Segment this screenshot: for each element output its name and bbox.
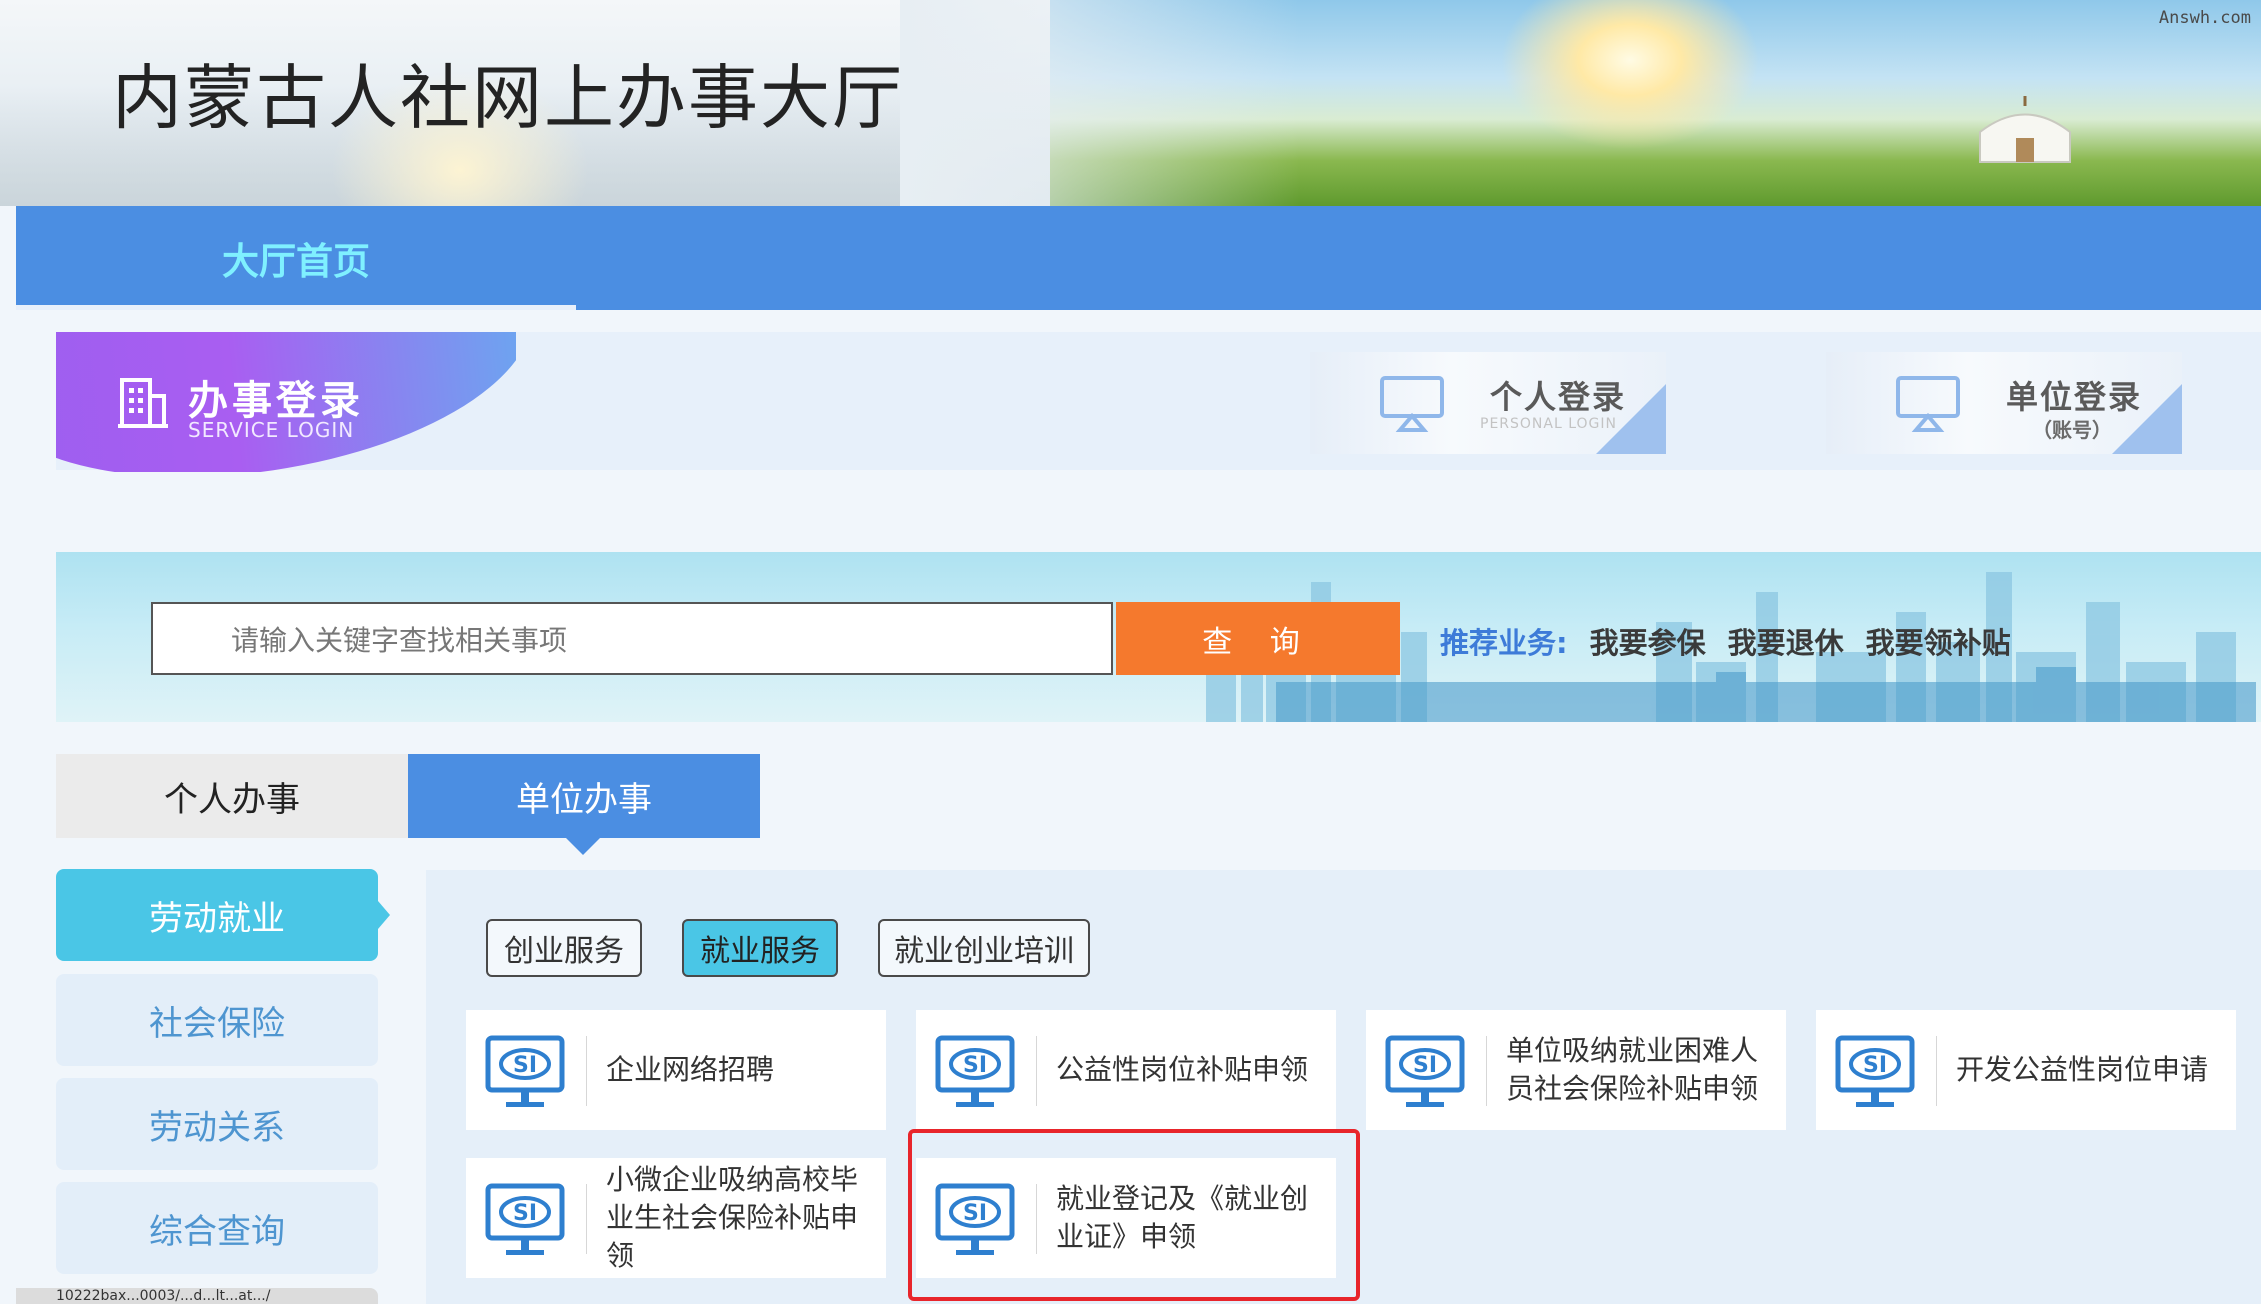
main-nav: 大厅首页 — [16, 206, 2261, 310]
service-card[interactable]: SI 小微企业吸纳高校毕业生社会保险补贴申领 — [466, 1158, 886, 1278]
monitor-icon — [1896, 376, 1960, 432]
service-login-badge: 办事登录 SERVICE LOGIN — [56, 332, 516, 472]
tab-unit-affairs[interactable]: 单位办事 — [408, 754, 760, 838]
status-bar-url: 10222bax...0003/...d...lt...at.../ — [16, 1288, 378, 1304]
monitor-icon — [1380, 376, 1444, 432]
personal-login-button[interactable]: 个人登录 PERSONAL LOGIN — [1310, 352, 1666, 454]
unit-login-sub: （账号） — [2032, 418, 2112, 442]
category-employment[interactable]: 就业服务 — [682, 919, 838, 977]
side-item-general-query[interactable]: 综合查询 — [56, 1182, 378, 1274]
social-security-monitor-icon: SI — [935, 1035, 1015, 1107]
svg-text:SI: SI — [963, 1053, 987, 1078]
search-button[interactable]: 查 询 — [1116, 602, 1400, 675]
service-card[interactable]: SI 开发公益性岗位申请 — [1816, 1010, 2236, 1130]
side-item-labor-employment[interactable]: 劳动就业 — [56, 869, 390, 961]
category-training[interactable]: 就业创业培训 — [878, 919, 1090, 977]
search-input[interactable]: 请输入关键字查找相关事项 — [151, 602, 1113, 675]
category-entrepreneurship[interactable]: 创业服务 — [486, 919, 642, 977]
service-label: 企业网络招聘 — [606, 1053, 775, 1086]
unit-login-button[interactable]: 单位登录 （账号） — [1826, 352, 2182, 454]
svg-text:SI: SI — [513, 1201, 537, 1226]
social-security-monitor-icon: SI — [1835, 1035, 1915, 1107]
recommend-label: 推荐业务: — [1440, 626, 1568, 660]
service-login-subtitle: SERVICE LOGIN — [188, 418, 355, 442]
building-icon — [118, 378, 168, 428]
side-item-label: 社会保险 — [149, 1003, 285, 1044]
recommend-link-subsidy[interactable]: 我要领补贴 — [1866, 626, 2011, 660]
svg-text:SI: SI — [513, 1053, 537, 1078]
recommend-link-insure[interactable]: 我要参保 — [1590, 626, 1706, 660]
nav-active-indicator — [16, 305, 576, 310]
site-title: 内蒙古人社网上办事大厅 — [112, 57, 904, 139]
recommend-link-retire[interactable]: 我要退休 — [1728, 626, 1844, 660]
service-label: 单位吸纳就业困难人员社会保险补贴申领 — [1506, 1034, 1759, 1105]
social-security-monitor-icon: SI — [485, 1035, 565, 1107]
svg-text:SI: SI — [1413, 1053, 1437, 1078]
side-item-social-insurance[interactable]: 社会保险 — [56, 974, 378, 1066]
svg-text:SI: SI — [1863, 1053, 1887, 1078]
tab-personal-affairs[interactable]: 个人办事 — [56, 754, 408, 838]
service-label: 小微企业吸纳高校毕业生社会保险补贴申领 — [606, 1163, 859, 1272]
active-tab-arrow — [566, 838, 600, 855]
service-label: 公益性岗位补贴申领 — [1056, 1053, 1309, 1086]
service-card[interactable]: SI 单位吸纳就业困难人员社会保险补贴申领 — [1366, 1010, 1786, 1130]
service-card[interactable]: SI 企业网络招聘 — [466, 1010, 886, 1130]
service-card[interactable]: SI 公益性岗位补贴申领 — [916, 1010, 1336, 1130]
yurt-icon — [1979, 96, 2071, 163]
watermark: Answh.com — [2158, 8, 2251, 28]
side-item-label: 劳动就业 — [149, 898, 285, 939]
social-security-monitor-icon: SI — [485, 1183, 565, 1255]
side-item-labor-relations[interactable]: 劳动关系 — [56, 1078, 378, 1170]
side-item-label: 劳动关系 — [149, 1107, 285, 1148]
service-label: 开发公益性岗位申请 — [1956, 1053, 2209, 1086]
highlight-box — [908, 1129, 1360, 1301]
nav-home-link[interactable]: 大厅首页 — [16, 206, 576, 310]
side-item-label: 综合查询 — [149, 1211, 285, 1252]
recommended-services: 推荐业务: 我要参保 我要退休 我要领补贴 — [1440, 620, 2011, 662]
social-security-monitor-icon: SI — [1385, 1035, 1465, 1107]
